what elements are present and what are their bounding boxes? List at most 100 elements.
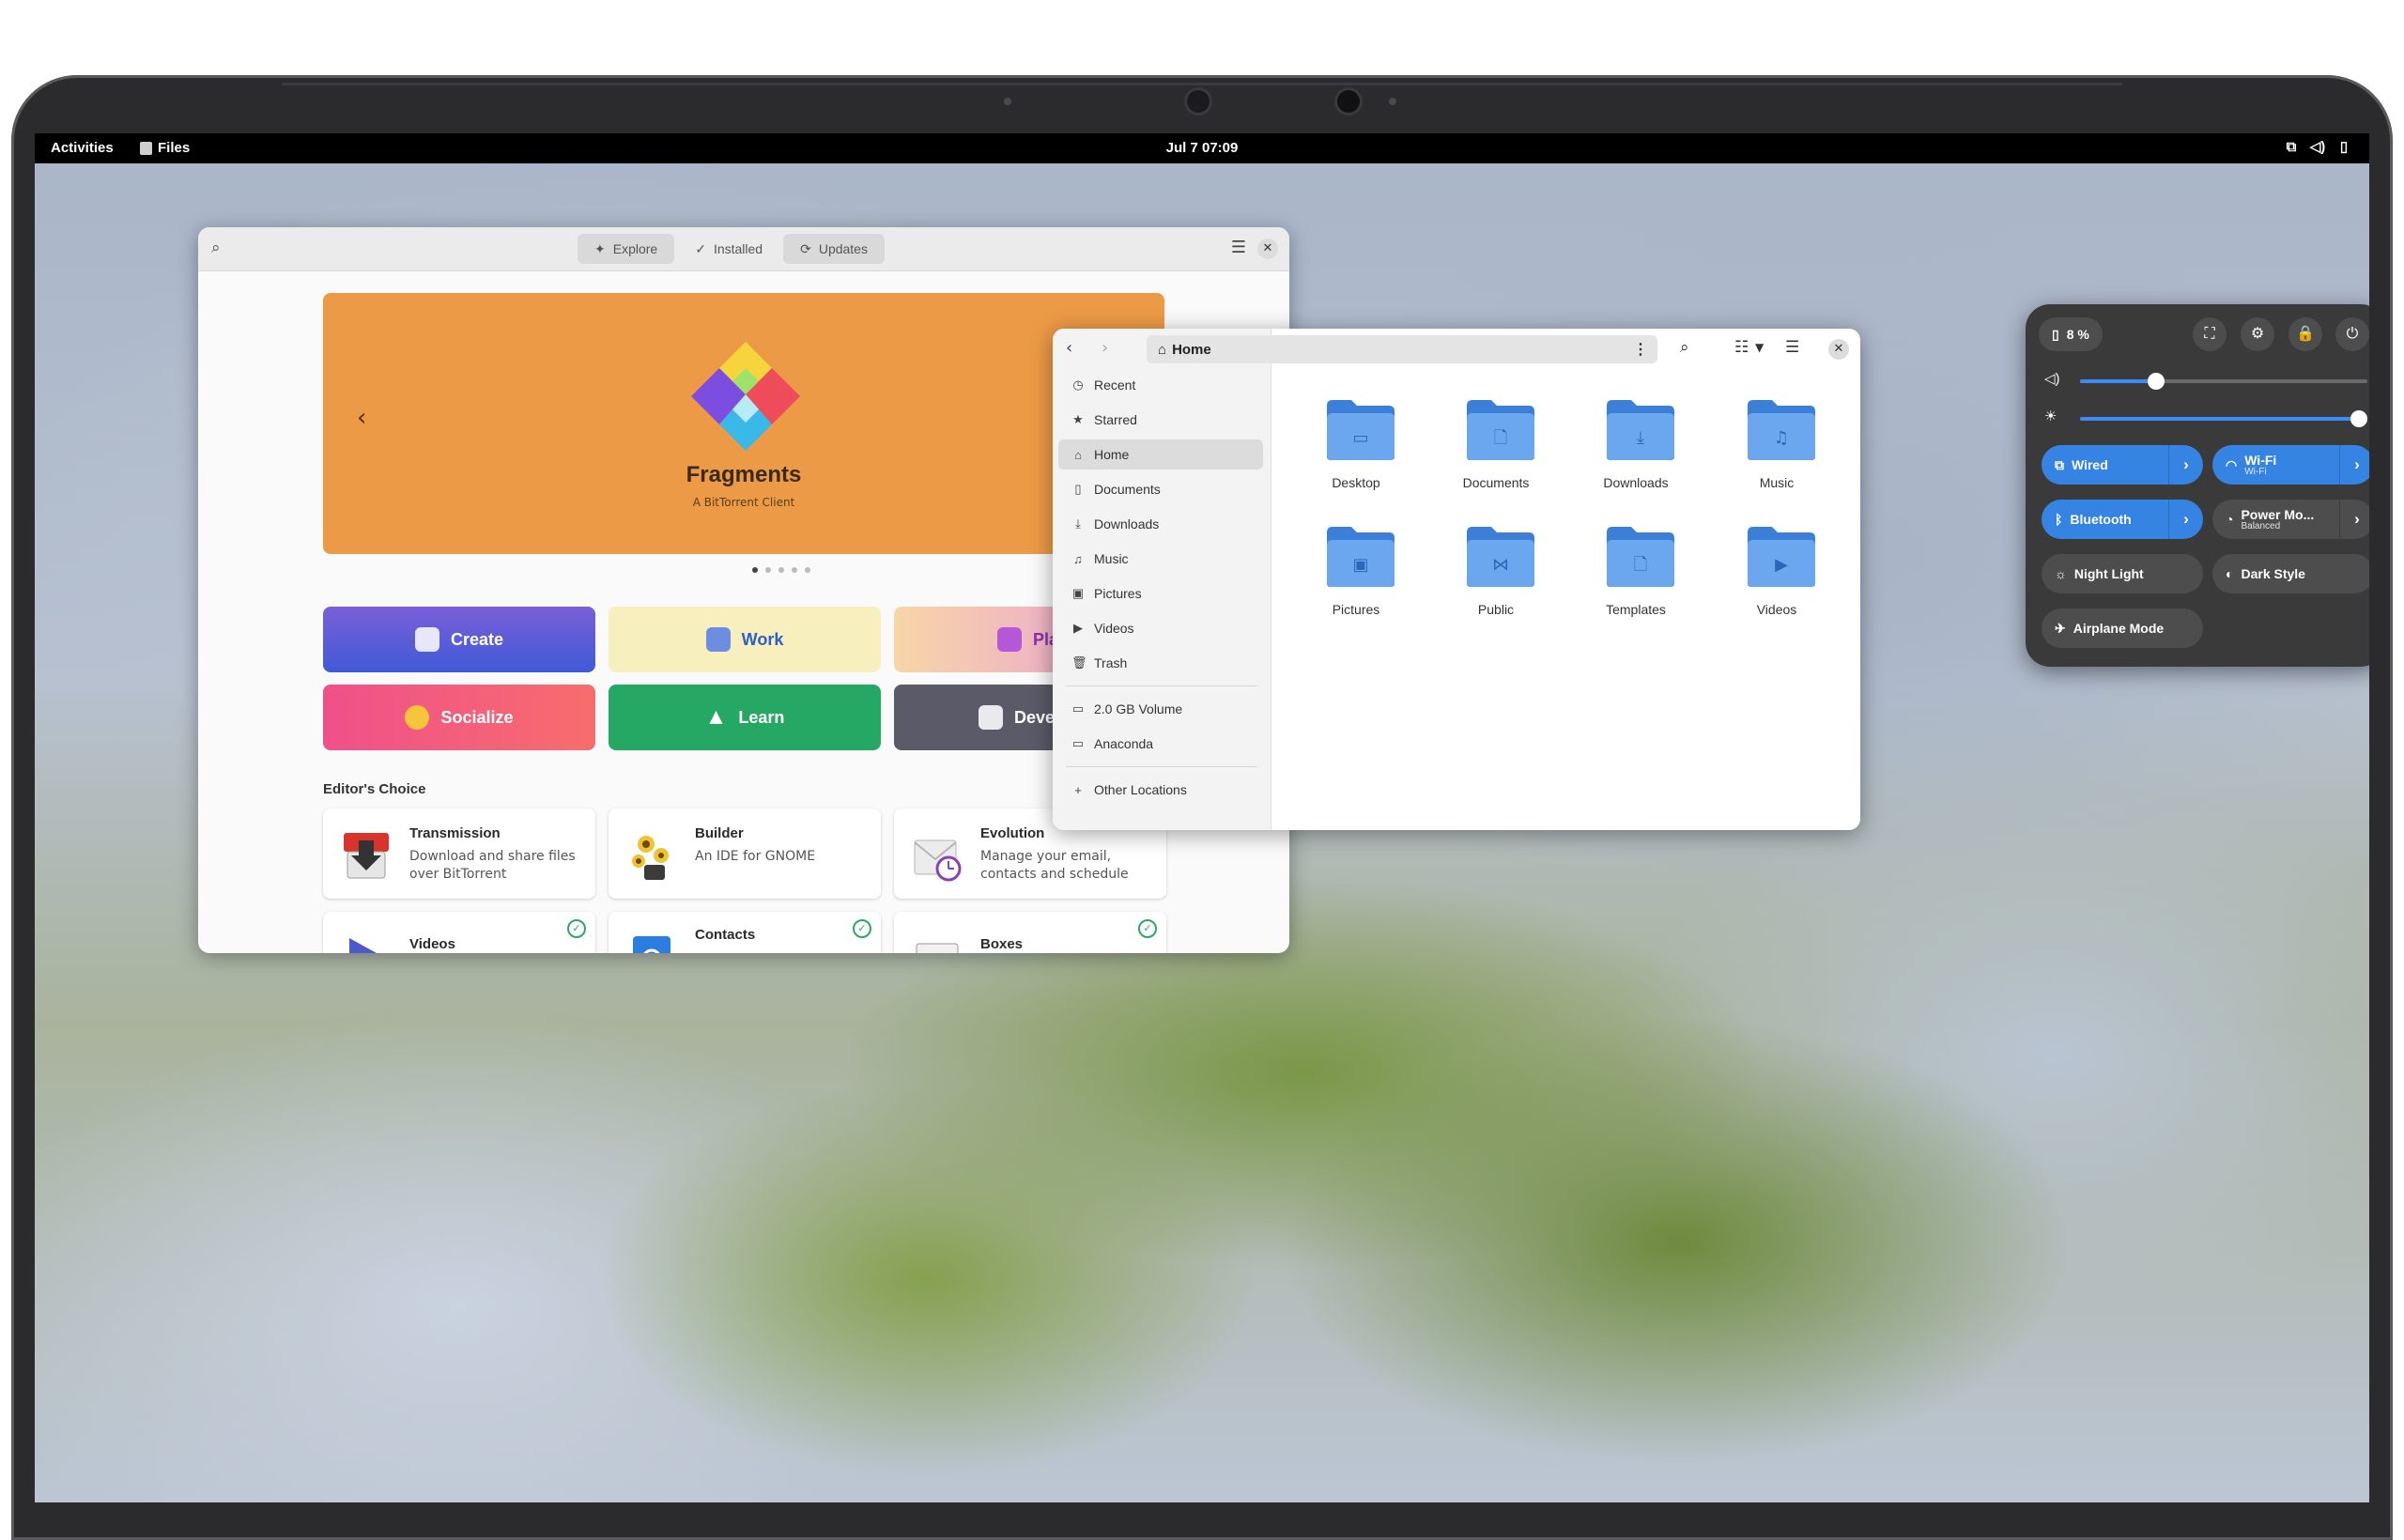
sidebar-item-label: Downloads (1094, 516, 1160, 531)
sidebar-divider (1066, 685, 1257, 686)
videos-icon (349, 938, 378, 953)
sidebar-item-recent[interactable]: ◷ Recent (1058, 370, 1263, 400)
brightness-slider[interactable] (2080, 410, 2367, 427)
chevron-down-icon[interactable]: ▼ (1755, 341, 1764, 354)
folder-icon: ♫ (1748, 400, 1815, 460)
toggle-dark-style[interactable]: ◐ Dark Style (2212, 554, 2369, 593)
chevron-right-icon[interactable]: › (2168, 445, 2203, 485)
toggle-night-light[interactable]: ☼ Night Light (2042, 554, 2203, 593)
folder-icon: ⋈ (1467, 527, 1534, 587)
folder-pictures[interactable]: ▣ Pictures (1304, 516, 1408, 638)
sidebar-item-documents[interactable]: ▯ Documents (1058, 474, 1263, 504)
category-create[interactable]: Create (323, 607, 595, 672)
toggle-bluetooth[interactable]: ᛒ Bluetooth › (2042, 500, 2203, 539)
chevron-right-icon[interactable]: › (2168, 500, 2203, 539)
app-card-builder[interactable]: Builder An IDE for GNOME (609, 808, 881, 899)
sidebar-divider (1066, 766, 1257, 767)
picture-icon: ▣ (1071, 586, 1085, 600)
chevron-right-icon[interactable]: › (2339, 500, 2369, 539)
more-vertical-icon[interactable]: ⋮ (1633, 340, 1648, 359)
search-icon[interactable]: ⌕ (1680, 338, 1689, 357)
toggle-wifi[interactable]: ◠ Wi-Fi Wi-Fi › (2212, 445, 2369, 485)
chevron-right-icon[interactable]: › (2339, 445, 2369, 485)
close-icon[interactable]: ✕ (1828, 339, 1849, 360)
folder-label: Videos (1756, 602, 1797, 617)
drive-icon: ▭ (1071, 736, 1085, 750)
sidebar-item-volume[interactable]: ▭ 2.0 GB Volume (1058, 694, 1263, 724)
sidebar-item-downloads[interactable]: ⤓ Downloads (1058, 509, 1263, 539)
close-icon[interactable]: ✕ (1257, 239, 1278, 259)
chevron-left-icon[interactable]: ‹ (357, 404, 366, 432)
sidebar-item-home[interactable]: ⌂ Home (1058, 439, 1263, 470)
carousel-dots (752, 567, 810, 573)
system-tray[interactable]: ⧉ ◁) ▯ (2283, 139, 2352, 156)
folder-music[interactable]: ♫ Music (1725, 389, 1828, 511)
sun-icon: ☼ (2055, 566, 2067, 581)
tab-installed[interactable]: ✓ Installed (678, 234, 779, 264)
carousel-dot[interactable] (805, 567, 810, 573)
folder-desktop[interactable]: ▭ Desktop (1304, 389, 1408, 511)
folder-icon: ▶ (1748, 527, 1815, 587)
sidebar-item-videos[interactable]: ▶ Videos (1058, 613, 1263, 643)
hamburger-menu-icon[interactable]: ☰ (1231, 238, 1246, 257)
app-description: Manage your email, contacts and schedule (980, 849, 1129, 882)
search-icon[interactable]: ⌕ (211, 239, 221, 257)
folder-videos[interactable]: ▶ Videos (1725, 516, 1828, 638)
folder-public[interactable]: ⋈ Public (1444, 516, 1548, 638)
sidebar-item-starred[interactable]: ★ Starred (1058, 405, 1263, 435)
brightness-slider-handle[interactable] (2350, 410, 2367, 427)
app-card-videos[interactable]: Videos ✓ (323, 912, 595, 953)
hamburger-menu-icon[interactable]: ☰ (1785, 338, 1799, 357)
app-card-contacts[interactable]: Contacts ✓ (609, 912, 881, 953)
folder-label: Desktop (1332, 475, 1380, 490)
star-icon: ★ (1072, 412, 1084, 426)
home-icon: ⌂ (1074, 447, 1082, 462)
sidebar-item-label: Anaconda (1094, 736, 1154, 751)
lock-icon[interactable]: 🔒 (2288, 317, 2322, 351)
toggle-power-mode[interactable]: ◔ Power Mo... Balanced › (2212, 500, 2369, 539)
carousel-dot[interactable] (778, 567, 784, 573)
work-icon (705, 627, 731, 652)
carousel-dot[interactable] (752, 567, 758, 573)
sidebar-item-other-locations[interactable]: + Other Locations (1058, 775, 1263, 805)
power-icon[interactable]: ⏻ (2335, 317, 2369, 351)
banner-title: Fragments (686, 462, 802, 487)
forward-icon[interactable]: › (1102, 338, 1108, 358)
carousel-dot[interactable] (765, 567, 771, 573)
folder-templates[interactable]: 🗋 Templates (1584, 516, 1687, 638)
path-bar[interactable]: ⌂ Home ⋮ (1147, 335, 1657, 363)
gear-icon[interactable]: ⚙ (2241, 317, 2274, 351)
clock[interactable]: Jul 7 07:09 (35, 140, 2369, 156)
sidebar-item-music[interactable]: ♫ Music (1058, 544, 1263, 574)
list-view-icon[interactable]: ☷ (1734, 338, 1749, 357)
category-label: Create (450, 629, 504, 649)
category-learn[interactable]: ▲ Learn (609, 685, 881, 750)
folder-glyph: ⋈ (1492, 555, 1509, 575)
app-card-boxes[interactable]: Boxes ✓ (894, 912, 1166, 953)
app-name: Contacts (695, 927, 756, 943)
toggle-airplane-mode[interactable]: ✈ Airplane Mode (2042, 608, 2203, 648)
volume-slider-handle[interactable] (2148, 373, 2165, 390)
tab-explore[interactable]: ✦ Explore (578, 234, 675, 264)
screenshot-icon[interactable]: ⛶ (2193, 317, 2227, 351)
folder-documents[interactable]: 🗋 Documents (1444, 389, 1548, 511)
category-work[interactable]: Work (609, 607, 881, 672)
sparkle-icon: ✦ (594, 240, 606, 256)
sidebar-item-anaconda[interactable]: ▭ Anaconda (1058, 729, 1263, 759)
toggle-wired[interactable]: ⧉ Wired › (2042, 445, 2203, 485)
battery-status[interactable]: ▯ 8 % (2039, 317, 2103, 351)
clock-icon: ◷ (1072, 377, 1084, 392)
sidebar-item-pictures[interactable]: ▣ Pictures (1058, 578, 1263, 608)
featured-banner[interactable]: ‹ Fragments A BitTorrent Client (323, 293, 1164, 554)
volume-icon: ◁) (2044, 371, 2060, 387)
installed-check-icon: ✓ (567, 919, 586, 938)
airplane-icon: ✈ (2055, 620, 2066, 636)
sidebar-item-trash[interactable]: 🗑 Trash (1058, 648, 1263, 678)
tab-updates[interactable]: ⟳ Updates (783, 234, 885, 264)
volume-slider[interactable] (2080, 373, 2367, 390)
folder-downloads[interactable]: ⤓ Downloads (1584, 389, 1687, 511)
category-socialize[interactable]: Socialize (323, 685, 595, 750)
carousel-dot[interactable] (792, 567, 797, 573)
back-icon[interactable]: ‹ (1066, 338, 1072, 358)
app-card-transmission[interactable]: Transmission Download and share files ov… (323, 808, 595, 899)
